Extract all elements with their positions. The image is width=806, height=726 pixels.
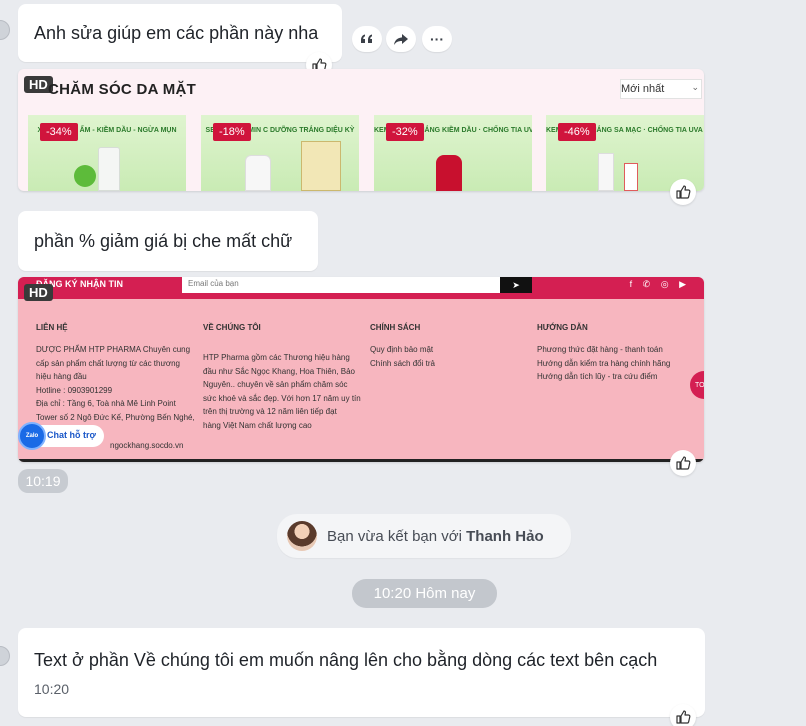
sort-value: Mới nhất [621, 83, 665, 95]
product-image [436, 155, 462, 191]
quote-button[interactable] [352, 26, 382, 52]
footer-column: Phương thức đặt hàng - thanh toán Hướng … [537, 343, 670, 384]
footer-column: HTP Pharma gồm các Thương hiệu hàng đầu … [203, 351, 361, 432]
hd-badge: HD [24, 284, 53, 301]
message-time: 10:20 [34, 681, 70, 697]
thumbs-up-icon [676, 185, 691, 199]
footer-line: Hotline : 0903901299 [36, 385, 113, 395]
notice-prefix: Bạn vừa kết bạn với [327, 527, 467, 545]
forward-button[interactable] [386, 26, 416, 52]
message-bubble[interactable]: Anh sửa giúp em các phần này nha [18, 4, 342, 62]
footer-column: DƯỢC PHẨM HTP PHARMA Chuyên cung cấp sản… [36, 343, 195, 424]
message-text: phần % giảm giá bị che mất chữ [34, 231, 293, 251]
image-attachment[interactable]: ĐĂNG KÝ NHẬN TIN Email của bạn ➤ f ✆ ◎ ▶… [18, 277, 704, 462]
discount-badge: -46% [558, 123, 596, 141]
footer-heading: HƯỚNG DẪN [537, 323, 588, 332]
product-image [74, 165, 96, 187]
footer-line: HTP Pharma gồm các Thương hiệu hàng [203, 353, 350, 362]
footer-line: Hướng dẫn kiểm tra hàng chính hãng [537, 358, 671, 368]
product-image [301, 141, 341, 191]
sort-select: Mới nhất ⌄ [620, 79, 702, 99]
footer-line: hàng Việt Nam chất lượng cao [203, 420, 312, 430]
product-card: KEM CHỐNG NẮNG KIỀM DẦU · CHỐNG TIA UVA … [374, 115, 532, 191]
section-title: CHĂM SÓC DA MẶT [48, 81, 197, 98]
like-button[interactable] [670, 450, 696, 476]
date-divider: 10:20 Hôm nay [352, 579, 497, 608]
quote-icon [361, 34, 372, 43]
email-input: Email của bạn [182, 277, 500, 293]
friend-notice: Bạn vừa kết bạn với Thanh Hảo [277, 514, 571, 558]
message-bubble[interactable]: Text ở phần Về chúng tôi em muốn nâng lê… [18, 628, 705, 717]
footer-line: trên thị trường và 12 năm liên tiếp đạt [203, 407, 337, 416]
footer-line: Tower số 2 Ngô Đức Kế, Phường Bến Nghé, [36, 412, 195, 422]
footer-line: DƯỢC PHẨM HTP PHARMA Chuyên cung [36, 345, 191, 354]
discount-badge: -34% [40, 123, 78, 141]
sender-avatar[interactable] [0, 20, 10, 40]
product-image [598, 153, 614, 191]
website-text: ngockhang.socdo.vn [110, 441, 184, 450]
avatar[interactable] [287, 521, 317, 551]
thumbs-up-icon [676, 710, 691, 724]
image-attachment[interactable]: HD CHĂM SÓC DA MẶT Mới nhất ⌄ XỊT DƯỠNG … [18, 69, 704, 191]
product-image [98, 147, 120, 191]
chevron-down-icon: ⌄ [691, 82, 699, 92]
message-bubble[interactable]: phần % giảm giá bị che mất chữ [18, 211, 318, 271]
sender-avatar[interactable] [0, 646, 10, 666]
footer-line: Phương thức đặt hàng - thanh toán [537, 345, 663, 354]
notice-text: Bạn vừa kết bạn với Thanh Hảo [327, 528, 544, 545]
footer-heading: LIÊN HỆ [36, 323, 68, 332]
footer-line: cấp sản phẩm chất lượng từ các thương [36, 358, 180, 368]
footer-heading: VỀ CHÚNG TÔI [203, 323, 261, 332]
product-image [245, 155, 271, 191]
message-text: Anh sửa giúp em các phần này nha [34, 23, 319, 43]
send-icon: ➤ [500, 277, 532, 293]
discount-badge: -32% [386, 123, 424, 141]
footer-line: sức khoẻ và sắc đẹp. Với hơn 17 năm uy t… [203, 393, 361, 403]
like-button[interactable] [670, 704, 696, 726]
footer-heading: CHÍNH SÁCH [370, 323, 421, 332]
footer-line: Nguyên.. chuyên về sản phẩm chăm sóc [203, 380, 348, 389]
footer-line: Quy định bảo mật [370, 345, 434, 354]
share-icon [394, 34, 408, 45]
back-to-top-button: TOP [690, 371, 704, 399]
footer-line: hiệu hàng đầu [36, 372, 87, 381]
footer-column: Quy định bảo mật Chính sách đổi trả [370, 343, 435, 370]
product-image [624, 163, 638, 191]
more-icon: ··· [430, 31, 444, 47]
friend-name[interactable]: Thanh Hảo [466, 528, 544, 545]
product-card: XỊT DƯỠNG ẨM - KIỀM DẦU - NGỪA MỤN -34% [28, 115, 186, 191]
footer-line: Chính sách đổi trả [370, 358, 435, 368]
discount-badge: -18% [213, 123, 251, 141]
like-button[interactable] [670, 179, 696, 205]
footer-line: Hướng dẫn tích lũy - tra cứu điểm [537, 372, 658, 381]
zalo-icon: Zalo [18, 422, 46, 450]
message-time: 10:19 [18, 469, 68, 493]
thumbs-up-icon [676, 456, 691, 470]
more-button[interactable]: ··· [422, 26, 452, 52]
social-icons: f ✆ ◎ ▶ [629, 279, 690, 289]
product-card: SERUM VITAMIN C DƯỠNG TRẮNG DIỆU KỲ -18% [201, 115, 359, 191]
footer-line: đầu như Sắc Ngọc Khang, Hoa Thiên, Bảo [203, 366, 355, 376]
message-text: Text ở phần Về chúng tôi em muốn nâng lê… [34, 650, 658, 670]
footer-line: Địa chỉ : Tầng 6, Toà nhà Mê Linh Point [36, 399, 176, 408]
divider [18, 459, 704, 462]
